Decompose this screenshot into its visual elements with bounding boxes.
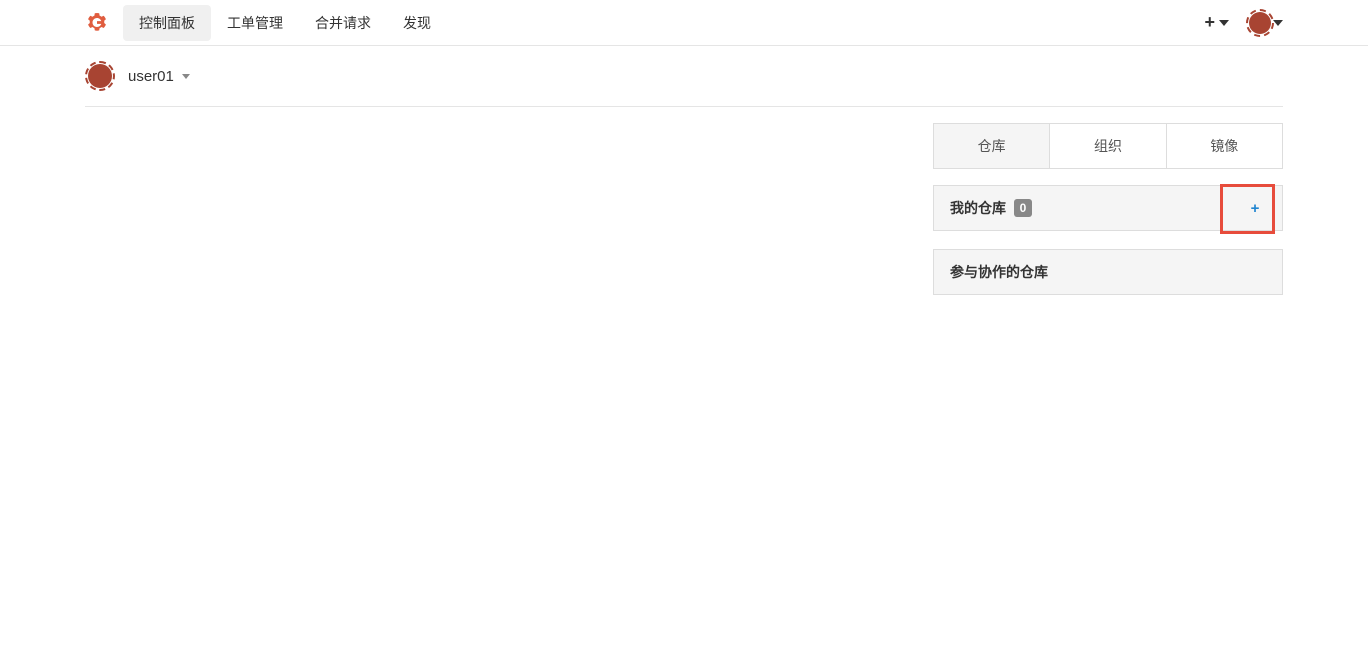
- gear-icon: [85, 11, 109, 35]
- nav-dashboard[interactable]: 控制面板: [123, 5, 211, 41]
- create-dropdown[interactable]: +: [1204, 12, 1229, 33]
- top-nav: 控制面板 工单管理 合并请求 发现 +: [0, 0, 1368, 46]
- app-logo[interactable]: [85, 11, 109, 35]
- nav-pull-requests[interactable]: 合并请求: [299, 5, 387, 41]
- nav-right: +: [1204, 12, 1283, 34]
- avatar: [1249, 12, 1271, 34]
- tabs: 仓库 组织 镜像: [933, 123, 1283, 169]
- collab-repos-title: 参与协作的仓库: [950, 262, 1048, 282]
- tab-mirrors[interactable]: 镜像: [1167, 124, 1282, 168]
- nav-issues[interactable]: 工单管理: [211, 5, 299, 41]
- user-header: user01: [85, 46, 1283, 107]
- user-menu[interactable]: [1249, 12, 1283, 34]
- user-avatar[interactable]: [88, 64, 112, 88]
- content-wrapper: user01 仓库 组织 镜像 我的仓库 0 + 参与协作的仓库: [0, 46, 1368, 313]
- plus-icon: +: [1251, 200, 1260, 217]
- add-repo-button[interactable]: +: [1228, 186, 1282, 230]
- plus-icon: +: [1204, 12, 1215, 33]
- left-panel: [85, 123, 933, 313]
- collab-repos-section: 参与协作的仓库: [933, 249, 1283, 295]
- nav-items: 控制面板 工单管理 合并请求 发现: [123, 5, 447, 41]
- main-content: 仓库 组织 镜像 我的仓库 0 + 参与协作的仓库: [85, 107, 1283, 313]
- username-label[interactable]: user01: [128, 68, 174, 85]
- my-repos-section: 我的仓库 0 +: [933, 185, 1283, 231]
- caret-down-icon: [1273, 20, 1283, 26]
- caret-down-icon[interactable]: [182, 74, 190, 79]
- my-repos-title: 我的仓库: [950, 198, 1006, 218]
- tab-orgs[interactable]: 组织: [1050, 124, 1166, 168]
- nav-explore[interactable]: 发现: [387, 5, 447, 41]
- tab-repos[interactable]: 仓库: [934, 124, 1050, 168]
- caret-down-icon: [1219, 20, 1229, 26]
- right-panel: 仓库 组织 镜像 我的仓库 0 + 参与协作的仓库: [933, 123, 1283, 313]
- repo-count-badge: 0: [1014, 199, 1032, 217]
